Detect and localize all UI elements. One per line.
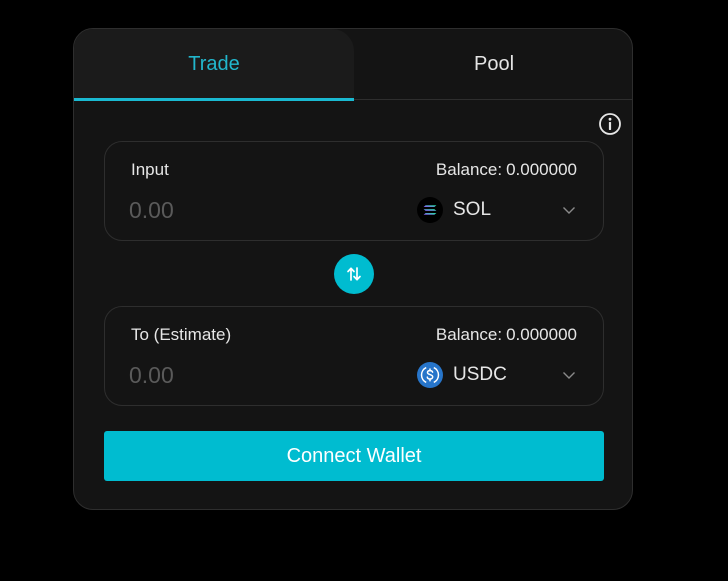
input-token-select[interactable]: SOL [417,196,582,224]
output-token-symbol: USDC [453,364,507,385]
tab-pool[interactable]: Pool [354,29,632,100]
swap-direction-button[interactable] [334,254,374,294]
output-token-select[interactable]: USDC [417,361,582,389]
info-button[interactable] [598,112,622,136]
input-panel: Input Balance:0.000000 SOL [104,141,604,241]
tab-pool-label: Pool [473,53,515,75]
connect-wallet-button[interactable]: Connect Wallet [104,431,604,481]
chevron-down-icon [563,372,575,379]
input-label: Input [131,160,169,179]
input-balance-value: 0.000000 [506,160,577,179]
output-amount-field[interactable] [129,359,329,391]
tab-bar: Trade Pool [74,29,632,101]
swap-card: Trade Pool Input Balance: 0.000000 0.00 … [73,28,633,510]
output-label: To (Estimate) [131,325,232,344]
usdc-icon [417,362,443,388]
output-balance: Balance: 0.000000 [436,325,577,345]
input-token-symbol: SOL [453,199,492,220]
input-balance: Balance: 0.000000 [436,160,577,180]
output-balance-value: 0.000000 [506,325,577,344]
input-balance-label: Balance: [435,160,503,179]
input-amount-field[interactable] [129,194,329,226]
output-balance-label: Balance: [435,325,503,344]
output-panel: To (Estimate) Balance:0.000000 USDC [104,306,604,406]
info-circle-icon [599,113,621,135]
swap-arrows-icon [347,267,361,281]
chevron-down-icon [563,207,575,214]
tab-trade[interactable]: Trade [74,29,354,101]
tab-trade-label: Trade [188,53,240,75]
solana-icon [417,197,443,223]
